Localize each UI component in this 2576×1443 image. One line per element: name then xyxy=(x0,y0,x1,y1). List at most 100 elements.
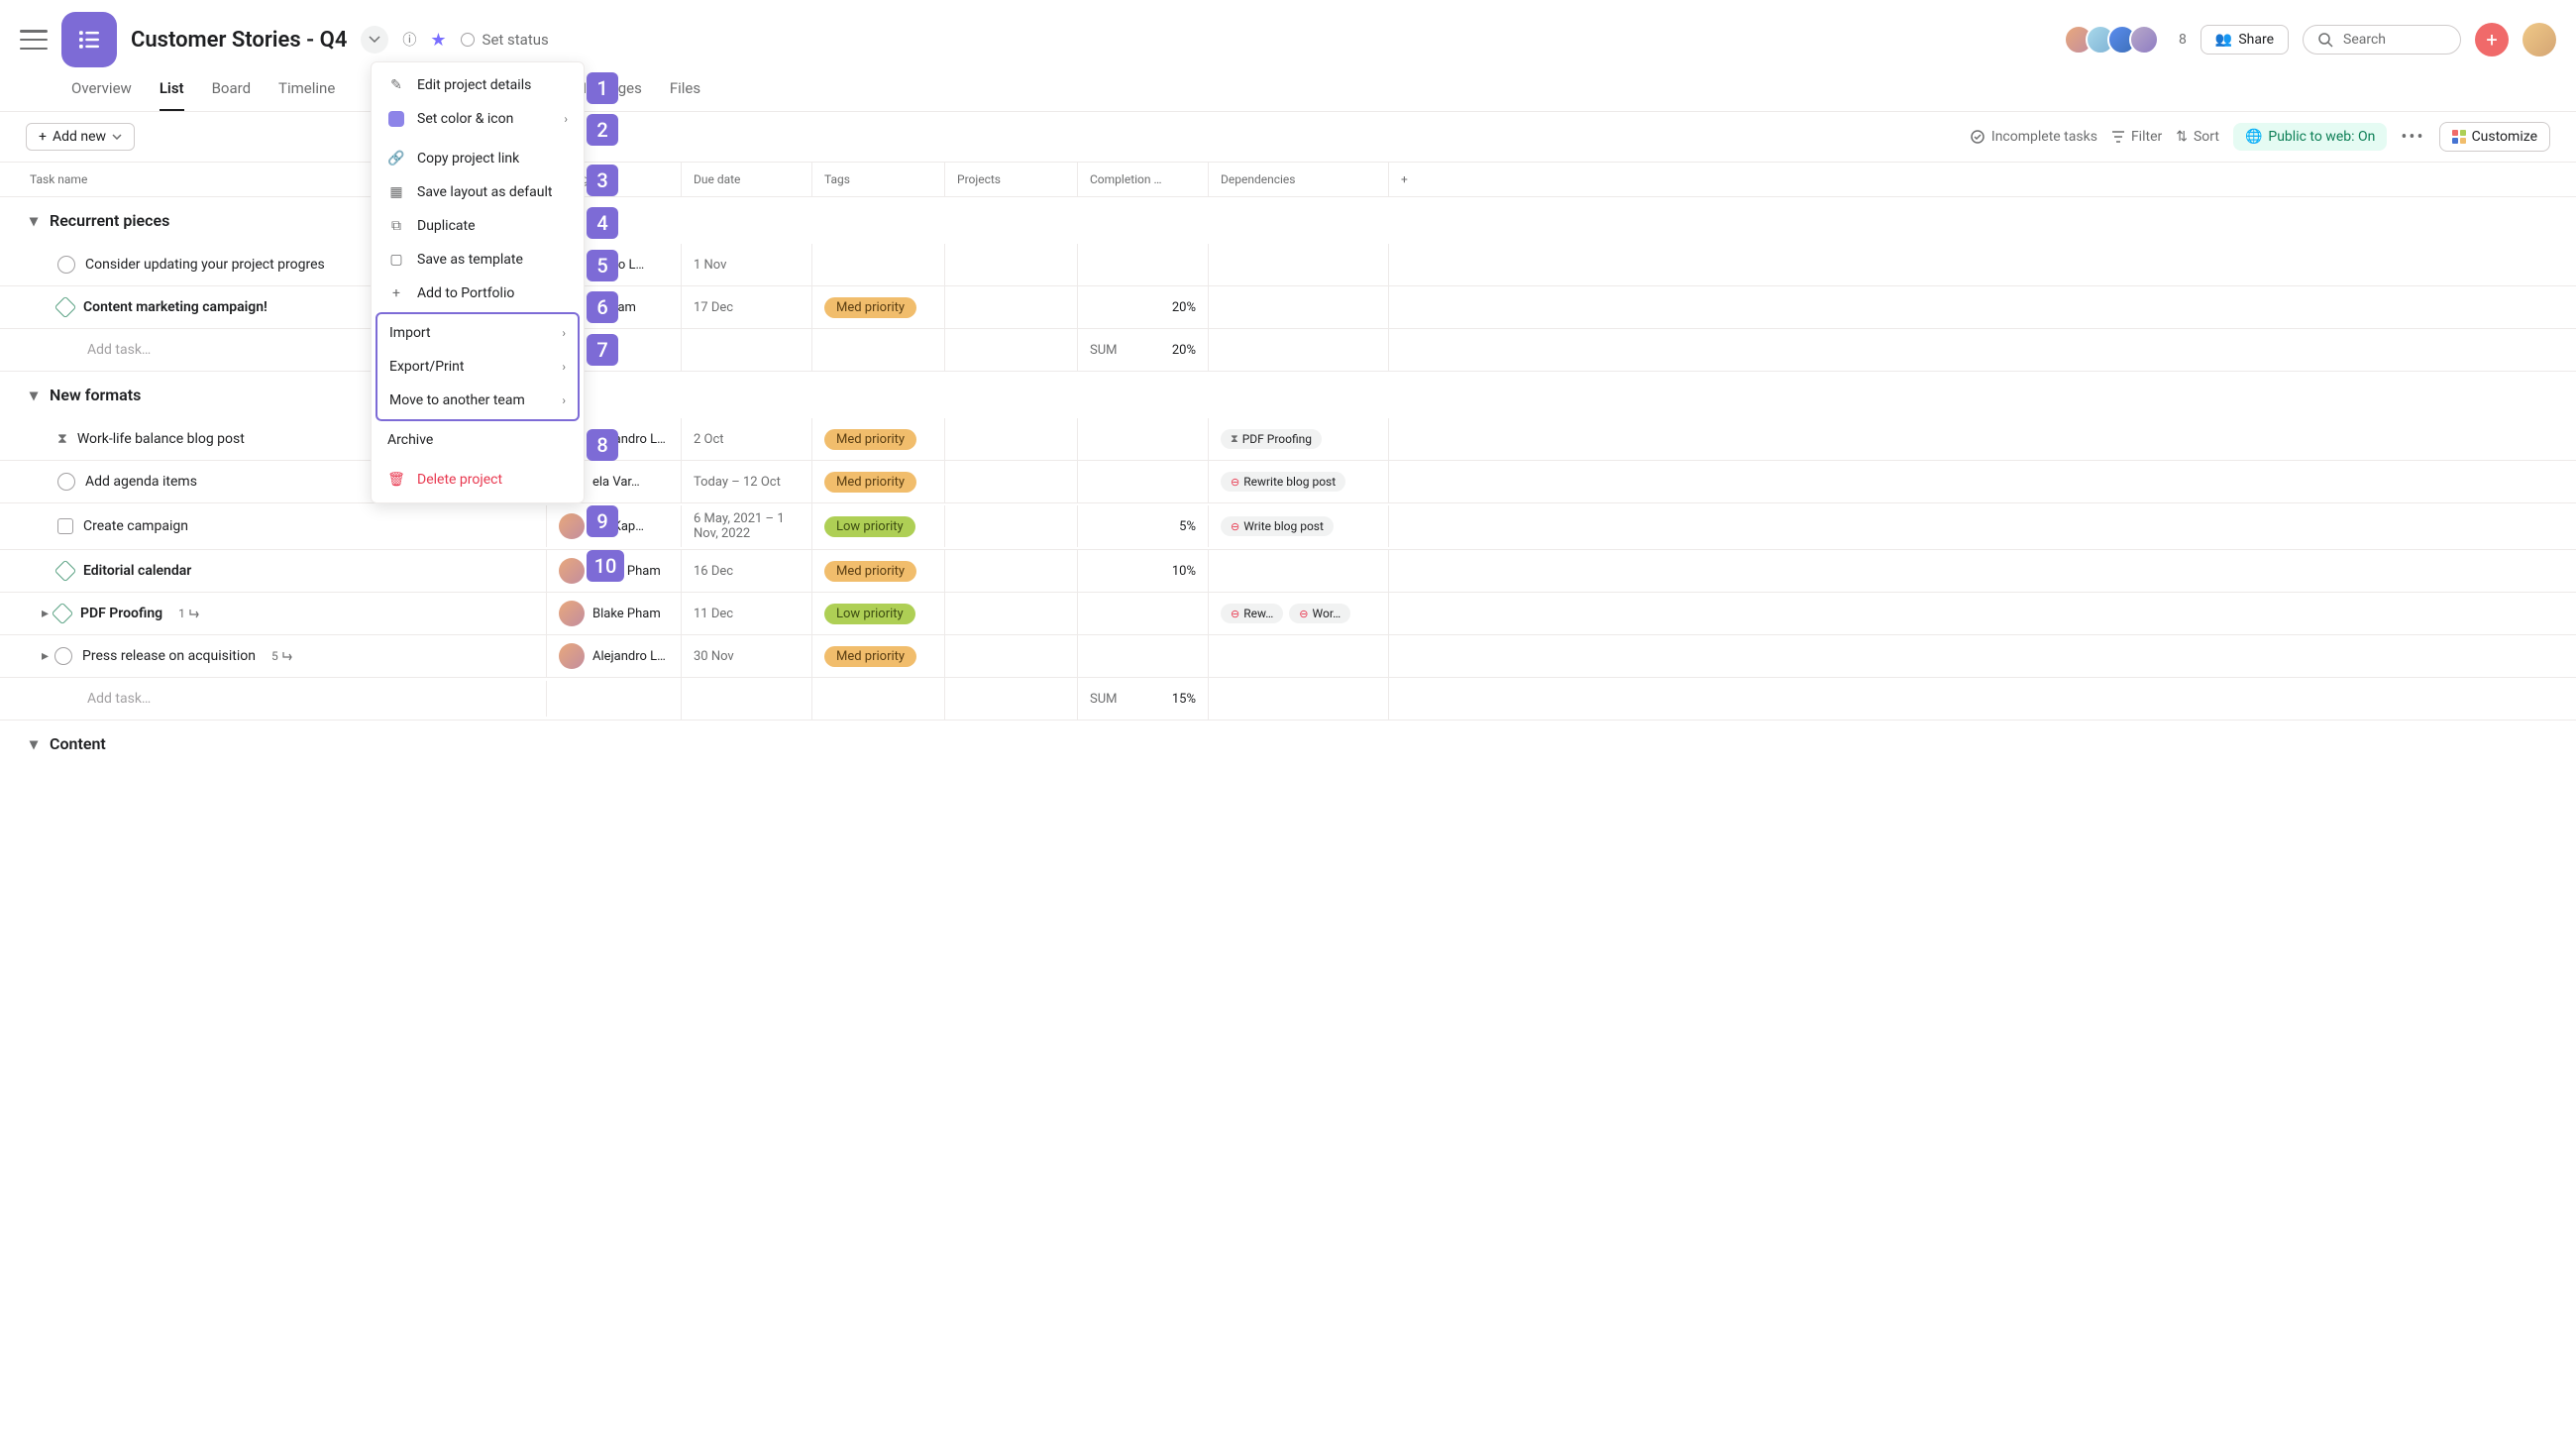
completion-cell[interactable]: 20% xyxy=(1078,286,1209,328)
tab-files[interactable]: Files xyxy=(670,79,700,111)
col-completion[interactable]: Completion … xyxy=(1078,163,1209,196)
complete-checkbox[interactable] xyxy=(57,473,75,491)
section-caret[interactable]: ▾ xyxy=(30,386,38,404)
task-row[interactable]: Create campaignole Kap…6 May, 2021 – 1 N… xyxy=(0,503,2576,550)
col-due-date[interactable]: Due date xyxy=(682,163,812,196)
task-row[interactable]: ▸Press release on acquisition5 Alejandro… xyxy=(0,635,2576,678)
section-title[interactable]: Recurrent pieces xyxy=(50,211,169,230)
menu-move-team[interactable]: Move to another team› xyxy=(377,384,578,417)
completion-cell[interactable] xyxy=(1078,418,1209,460)
completion-cell[interactable] xyxy=(1078,635,1209,677)
due-date[interactable]: 2 Oct xyxy=(682,418,812,460)
menu-import[interactable]: Import› xyxy=(377,316,578,350)
section-caret[interactable]: ▾ xyxy=(30,211,38,230)
menu-copy-link[interactable]: 🔗Copy project link xyxy=(372,142,584,175)
info-icon[interactable]: ⓘ xyxy=(402,30,416,50)
complete-checkbox[interactable] xyxy=(54,647,72,665)
dependency-pill[interactable]: ⊖Rew… xyxy=(1221,604,1283,623)
more-menu[interactable]: ••• xyxy=(2401,127,2424,148)
due-date[interactable]: 11 Dec xyxy=(682,593,812,634)
set-status[interactable]: Set status xyxy=(461,31,549,49)
search-input[interactable]: Search xyxy=(2303,25,2461,55)
menu-archive[interactable]: Archive xyxy=(372,423,584,457)
add-column[interactable]: + xyxy=(1389,163,1420,196)
filter-label: Filter xyxy=(2131,129,2162,145)
projects-cell[interactable] xyxy=(945,635,1078,677)
completion-cell[interactable] xyxy=(1078,244,1209,285)
dependency-pill[interactable]: ⊖Write blog post xyxy=(1221,516,1334,536)
projects-cell[interactable] xyxy=(945,593,1078,634)
task-row[interactable]: ▸PDF Proofing1 Blake Pham11 DecLow prior… xyxy=(0,593,2576,635)
menu-duplicate[interactable]: ⧉Duplicate xyxy=(372,209,584,243)
menu-save-template[interactable]: ▢Save as template xyxy=(372,243,584,277)
menu-add-portfolio[interactable]: +Add to Portfolio xyxy=(372,277,584,310)
menu-edit-details[interactable]: ✎Edit project details xyxy=(372,68,584,102)
col-tags[interactable]: Tags xyxy=(812,163,945,196)
projects-cell[interactable] xyxy=(945,286,1078,328)
due-date[interactable]: 30 Nov xyxy=(682,635,812,677)
sort-button[interactable]: ⇅Sort xyxy=(2176,129,2219,145)
tab-timeline[interactable]: Timeline xyxy=(278,79,335,111)
user-avatar[interactable] xyxy=(2522,23,2556,56)
add-task-inline[interactable]: Add task… xyxy=(0,681,547,717)
menu-delete[interactable]: 🗑Delete project xyxy=(372,463,584,497)
tutorial-badge-3: 3 xyxy=(587,165,618,196)
task-row[interactable]: Editorial calendarBlake Pham16 DecMed pr… xyxy=(0,550,2576,593)
star-icon[interactable]: ★ xyxy=(430,30,446,51)
incomplete-filter[interactable]: Incomplete tasks xyxy=(1970,129,2097,145)
completion-cell[interactable]: 5% xyxy=(1078,505,1209,547)
tab-list[interactable]: List xyxy=(160,79,184,111)
member-avatars[interactable] xyxy=(2072,25,2159,55)
assignee-avatar[interactable] xyxy=(559,643,585,669)
dependency-pill[interactable]: ⧗PDF Proofing xyxy=(1221,429,1322,449)
assignee-avatar[interactable] xyxy=(559,601,585,626)
assignee-avatar[interactable] xyxy=(559,558,585,584)
section-caret[interactable]: ▾ xyxy=(30,734,38,753)
due-date[interactable]: 16 Dec xyxy=(682,550,812,592)
priority-tag[interactable]: Med priority xyxy=(824,429,916,450)
milestone-icon xyxy=(52,603,74,625)
complete-checkbox[interactable] xyxy=(57,256,75,274)
menu-export[interactable]: Export/Print› xyxy=(377,350,578,384)
due-date[interactable]: 1 Nov xyxy=(682,244,812,285)
dependency-pill[interactable]: ⊖Rewrite blog post xyxy=(1221,472,1345,492)
share-button[interactable]: 👥Share xyxy=(2200,25,2289,55)
global-add-button[interactable]: + xyxy=(2475,23,2509,56)
tutorial-badge-8: 8 xyxy=(587,429,618,461)
projects-cell[interactable] xyxy=(945,550,1078,592)
priority-tag[interactable]: Med priority xyxy=(824,561,916,582)
projects-cell[interactable] xyxy=(945,505,1078,547)
dependency-pill[interactable]: ⊖Wor… xyxy=(1289,604,1350,623)
col-dependencies[interactable]: Dependencies xyxy=(1209,163,1389,196)
due-date[interactable]: 17 Dec xyxy=(682,286,812,328)
expand-caret[interactable]: ▸ xyxy=(42,648,49,664)
priority-tag[interactable]: Med priority xyxy=(824,646,916,667)
tab-overview[interactable]: Overview xyxy=(71,79,132,111)
menu-set-color[interactable]: Set color & icon› xyxy=(372,102,584,136)
due-date[interactable]: 6 May, 2021 – 1 Nov, 2022 xyxy=(682,503,812,549)
assignee-avatar[interactable] xyxy=(559,513,585,539)
priority-tag[interactable]: Med priority xyxy=(824,472,916,493)
completion-cell[interactable]: 10% xyxy=(1078,550,1209,592)
completion-cell[interactable] xyxy=(1078,593,1209,634)
projects-cell[interactable] xyxy=(945,418,1078,460)
tab-board[interactable]: Board xyxy=(212,79,251,111)
expand-caret[interactable]: ▸ xyxy=(42,606,49,621)
projects-cell[interactable] xyxy=(945,461,1078,502)
menu-toggle[interactable] xyxy=(20,30,48,50)
priority-tag[interactable]: Low priority xyxy=(824,604,915,624)
menu-save-layout[interactable]: ▦Save layout as default xyxy=(372,175,584,209)
col-projects[interactable]: Projects xyxy=(945,163,1078,196)
project-menu-trigger[interactable] xyxy=(361,26,388,54)
section-title[interactable]: New formats xyxy=(50,386,141,404)
completion-cell[interactable] xyxy=(1078,461,1209,502)
due-date[interactable]: Today – 12 Oct xyxy=(682,461,812,502)
add-new-button[interactable]: + Add new xyxy=(26,123,135,151)
public-status[interactable]: 🌐Public to web: On xyxy=(2233,123,2387,151)
section-title[interactable]: Content xyxy=(50,734,106,753)
customize-button[interactable]: Customize xyxy=(2439,122,2550,152)
priority-tag[interactable]: Med priority xyxy=(824,297,916,318)
filter-button[interactable]: Filter xyxy=(2111,129,2162,145)
projects-cell[interactable] xyxy=(945,244,1078,285)
priority-tag[interactable]: Low priority xyxy=(824,516,915,537)
